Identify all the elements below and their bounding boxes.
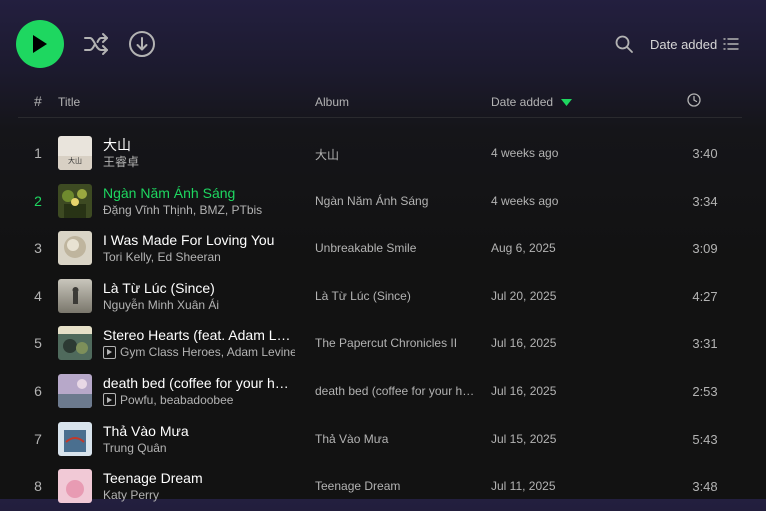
track-number: 6 [34,382,42,399]
track-album[interactable]: Thả Vào Mưa [315,432,475,446]
track-number: 7 [34,430,42,447]
track-row[interactable]: 6 death bed (coffee for your head) Powfu… [18,368,742,416]
track-duration: 5:43 [692,431,718,447]
track-row[interactable]: 4 Là Từ Lúc (Since) Nguyễn Minh Xuân Ái … [18,273,742,321]
album-cover [58,421,92,456]
track-number: 2 [34,192,42,209]
track-album[interactable]: death bed (coffee for your head) [315,384,475,398]
track-row[interactable]: 1 大山 大山 王睿卓 大山 4 weeks ago 3:40 [18,130,742,178]
track-artists[interactable]: Katy Perry [103,487,159,503]
track-duration: 4:27 [692,288,718,304]
tracklist: 1 大山 大山 王睿卓 大山 4 weeks ago 3:40 2 Ngàn N… [18,130,742,511]
list-view-icon [723,38,739,50]
sort-dropdown[interactable]: Date added [650,34,739,54]
download-icon [129,31,155,57]
track-title[interactable]: death bed (coffee for your head) [103,374,295,392]
track-album[interactable]: The Papercut Chronicles II [315,336,475,350]
track-number: 5 [34,335,42,352]
album-cover [58,373,92,408]
date-added-label: Date added [491,95,554,109]
sort-label: Date added [650,36,718,52]
column-header-title: Title [58,95,81,109]
album-cover [58,183,92,218]
album-cover [58,278,92,313]
track-album[interactable]: Ngàn Năm Ánh Sáng [315,194,475,208]
track-title[interactable]: Teenage Dream [103,469,295,487]
search-in-playlist-button[interactable] [614,34,634,54]
track-date-added: Jul 16, 2025 [491,383,557,398]
track-artists[interactable]: Đặng Vĩnh Thịnh, BMZ, PTbis [103,202,262,218]
tracklist-header: # Title Album Date added [18,88,742,118]
track-duration: 3:40 [692,146,718,161]
track-number: 8 [34,478,42,495]
track-album[interactable]: Là Từ Lúc (Since) [315,289,475,303]
album-cover [58,469,92,504]
track-duration: 3:34 [692,193,718,209]
track-title[interactable]: Ngàn Năm Ánh Sáng [103,184,295,202]
shuffle-icon [84,33,108,55]
search-icon [615,35,633,53]
play-button[interactable] [16,20,64,68]
track-title[interactable]: Là Từ Lúc (Since) [103,279,295,297]
track-row[interactable]: 7 Thả Vào Mưa Trung Quân Thả Vào Mưa Jul… [18,416,742,464]
sort-descending-icon [561,98,573,106]
column-header-album[interactable]: Album [315,95,349,109]
music-video-icon [103,345,116,359]
track-number: 3 [34,240,42,257]
track-date-added: 4 weeks ago [491,193,559,208]
column-header-date-added[interactable]: Date added [491,95,573,109]
track-artists[interactable]: Gym Class Heroes, Adam Levine [120,344,295,360]
track-number: 4 [34,287,42,304]
track-row[interactable]: 3 I Was Made For Loving You Tori Kelly, … [18,225,742,273]
track-duration: 3:48 [692,479,718,495]
clock-icon [687,93,701,107]
track-date-added: Jul 16, 2025 [491,336,557,351]
shuffle-button[interactable] [82,30,110,58]
column-header-number: # [34,93,42,109]
track-artists[interactable]: Nguyễn Minh Xuân Ái [103,297,219,313]
track-artists[interactable]: Powfu, beabadoobee [120,392,233,408]
track-date-added: Jul 20, 2025 [491,288,557,303]
download-button[interactable] [128,30,156,58]
track-artists[interactable]: 王睿卓 [103,154,139,170]
track-date-added: Jul 15, 2025 [491,431,557,446]
track-artists[interactable]: Trung Quân [103,440,167,456]
track-album[interactable]: Unbreakable Smile [315,241,475,255]
track-row[interactable]: 2 Ngàn Năm Ánh Sáng Đặng Vĩnh Thịnh, BMZ… [18,178,742,226]
track-album[interactable]: Teenage Dream [315,479,475,493]
column-header-duration [687,93,701,110]
track-artists[interactable]: Tori Kelly, Ed Sheeran [103,249,221,265]
track-row[interactable]: 8 Teenage Dream Katy Perry Teenage Dream… [18,463,742,511]
track-duration: 3:09 [692,241,718,257]
track-date-added: Jul 11, 2025 [491,479,556,494]
track-number: 1 [34,145,42,161]
track-duration: 3:31 [692,336,718,352]
track-title[interactable]: I Was Made For Loving You [103,231,295,249]
album-cover [58,326,92,361]
action-bar: Date added [0,0,766,88]
track-date-added: 4 weeks ago [491,146,559,160]
play-icon [33,35,47,53]
track-duration: 2:53 [692,383,718,399]
track-album[interactable]: 大山 [315,146,475,163]
svg-text:大山: 大山 [68,156,82,165]
track-title[interactable]: Stereo Hearts (feat. Adam Levine) [103,326,295,344]
album-cover: 大山 [58,136,92,170]
track-date-added: Aug 6, 2025 [491,241,556,256]
track-title[interactable]: Thả Vào Mưa [103,422,295,440]
track-row[interactable]: 5 Stereo Hearts (feat. Adam Levine) Gym … [18,320,742,368]
track-title[interactable]: 大山 [103,136,295,154]
album-cover [58,231,92,266]
music-video-icon [103,393,116,407]
